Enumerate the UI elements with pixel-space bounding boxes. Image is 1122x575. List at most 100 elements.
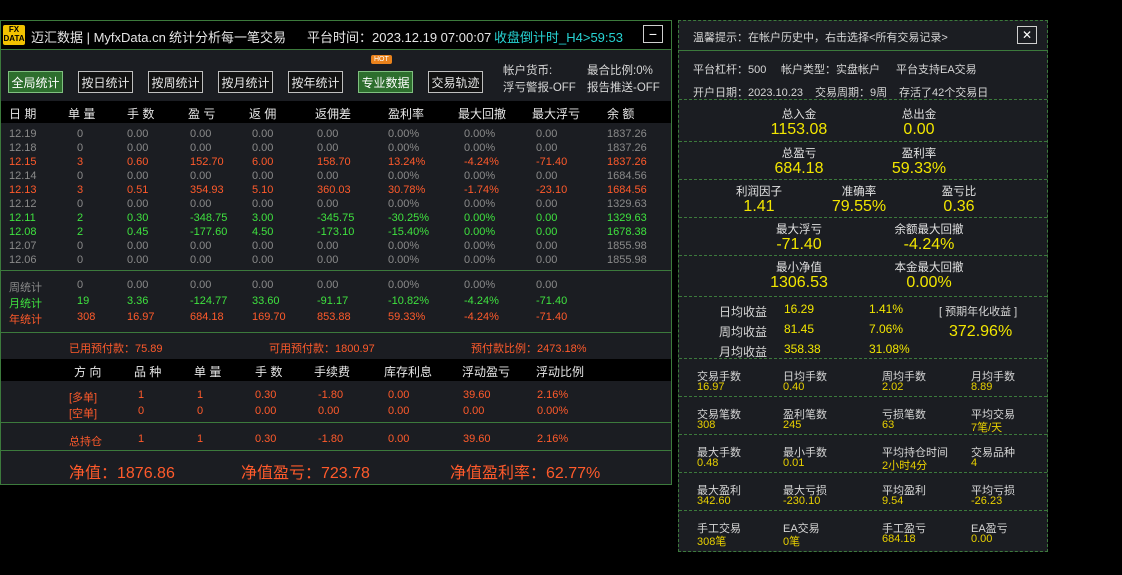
tab-pro-data[interactable]: 专业数据 <box>358 71 413 93</box>
summary-cell: -10.82% <box>388 295 429 307</box>
tab-global-stats[interactable]: 全局统计 <box>8 71 63 93</box>
daily-table-header: 日 期 单 量 手 数 盈 亏 返 佣 返佣差 盈利率 最大回撤 最大浮亏 余 … <box>1 101 671 123</box>
hot-badge: HOT <box>371 55 392 64</box>
withdraw-value: 0.00 <box>903 121 935 138</box>
daily-cell: 0.00 <box>536 212 558 224</box>
position-cell: 0 <box>197 405 204 417</box>
daily-cell: 0.00 <box>252 142 274 154</box>
daily-cell: 0.00 <box>127 240 149 252</box>
daily-cell: 0.00% <box>388 170 420 182</box>
monthly-avg-label: 月均收益 <box>719 345 768 359</box>
daily-cell: -1.74% <box>464 184 499 196</box>
summary-cell: 308 <box>77 311 96 323</box>
monthly-avg-value: 358.38 <box>784 342 821 356</box>
total-cell: 0.00 <box>388 433 410 445</box>
stats-grid-row: 交易笔数 308 盈利笔数 245 亏损笔数 63 平均交易 7笔/天 <box>679 397 1047 435</box>
stat-value: 4 <box>971 457 978 469</box>
col-rebate: 返 佣 <box>249 107 277 121</box>
total-cell: 0.30 <box>255 433 277 445</box>
stat-label: 交易品种 <box>971 447 1015 459</box>
stat-value: 0.40 <box>783 381 805 393</box>
daily-row: 12.15 3 0.60 152.70 6.00 158.70 13.24% -4.24% -7… <box>1 156 671 170</box>
report-push-toggle[interactable]: 报告推送-OFF <box>587 79 660 95</box>
tab-weekly-stats[interactable]: 按周统计 <box>148 71 203 93</box>
daily-cell: 12.15 <box>9 156 37 168</box>
daily-cell: 0.00 <box>127 254 149 266</box>
balance-max-dd-label: 余额最大回撤 <box>894 224 964 236</box>
account-type: 帐户类型：实盘帐户 <box>781 64 880 76</box>
position-cell: 1 <box>138 389 145 401</box>
summary-cell: -124.77 <box>190 295 228 307</box>
daily-cell: 3 <box>77 184 84 196</box>
daily-row: 12.07 0 0.00 0.00 0.00 0.00 0.00% 0.00% 0.00 1855… <box>1 240 671 254</box>
close-button[interactable]: ✕ <box>1017 26 1037 44</box>
daily-cell: -348.75 <box>190 212 228 224</box>
col-date: 日 期 <box>9 107 37 121</box>
stat-value: 9.54 <box>882 495 904 507</box>
open-date: 开户日期：2023.10.23 <box>693 87 804 99</box>
margin-level: 预付款比例：2473.18% <box>471 343 587 355</box>
divider <box>1 422 671 423</box>
summary-cell: 年统计 <box>9 314 42 326</box>
minimize-button[interactable]: − <box>643 25 663 43</box>
daily-cell: 0.00 <box>190 240 212 252</box>
stat-value: 342.60 <box>697 495 731 507</box>
profit-rate-label: 盈利率 <box>901 148 937 160</box>
float-alert-toggle[interactable]: 浮亏警报-OFF <box>503 79 576 95</box>
daily-cell: 152.70 <box>190 156 224 168</box>
daily-cell: -177.60 <box>190 226 228 238</box>
stat-value: 0.48 <box>697 457 719 469</box>
daily-cell: 0.00% <box>464 212 496 224</box>
stat-value: 308笔 <box>697 536 727 548</box>
position-cell: 0.00 <box>255 405 277 417</box>
position-cell: 0.00 <box>318 405 340 417</box>
tab-monthly-stats[interactable]: 按月统计 <box>218 71 273 93</box>
tab-trade-track[interactable]: 交易轨迹 <box>428 71 483 93</box>
daily-cell: 0.00 <box>190 170 212 182</box>
average-returns: 日均收益 16.29 1.41% 周均收益 81.45 7.06% 月均收益 3… <box>679 297 1047 359</box>
withdraw-label: 总出金 <box>901 109 937 121</box>
daily-row: 12.11 2 0.30 -348.75 3.00 -345.75 -30.25% 0.00%… <box>1 212 671 226</box>
max-float-loss-value: -71.40 <box>776 236 822 253</box>
daily-cell: 354.93 <box>190 184 224 196</box>
summary-cell: 周统计 <box>9 282 42 294</box>
daily-cell: 0.00% <box>388 254 420 266</box>
daily-row: 12.14 0 0.00 0.00 0.00 0.00 0.00% 0.00% 0.00 1684… <box>1 170 671 184</box>
daily-cell: 0 <box>77 240 84 252</box>
total-cell: 总持仓 <box>69 436 102 448</box>
max-float-loss-label: 最大浮亏 <box>776 224 822 236</box>
daily-cell: 0.45 <box>127 226 149 238</box>
position-cell: [多单] <box>69 392 98 404</box>
equity-section: 最小净值 1306.53 本金最大回撤 0.00% <box>679 256 1047 297</box>
daily-cell: 0.00% <box>464 226 496 238</box>
deposit-value: 1153.08 <box>770 121 828 138</box>
total-cell: -1.80 <box>318 433 344 445</box>
position-cell: -1.80 <box>318 389 344 401</box>
stat-value: 0.01 <box>783 457 805 469</box>
daily-cell: 0.00 <box>536 240 558 252</box>
account-currency: 帐户货币: <box>503 65 553 77</box>
summary-cell: 59.33% <box>388 311 426 323</box>
summary-cell: 684.18 <box>190 311 224 323</box>
divider <box>1 270 671 271</box>
summary-cell: 16.97 <box>127 311 155 323</box>
weekly-avg-pct: 7.06% <box>869 322 904 336</box>
deposit-section: 总入金 1153.08 总出金 0.00 <box>679 101 1047 142</box>
monthly-avg-pct: 31.08% <box>869 342 910 356</box>
equity-value: 净值：1876.86 <box>69 465 175 482</box>
position-row: [多单] 1 1 0.30 -1.80 0.00 39.60 2.16% <box>1 389 671 404</box>
tab-yearly-stats[interactable]: 按年统计 <box>288 71 343 93</box>
daily-row: 12.12 0 0.00 0.00 0.00 0.00 0.00% 0.00% 0.00 1329… <box>1 198 671 212</box>
daily-row: 12.08 2 0.45 -177.60 4.50 -173.10 -15.40% 0.00%… <box>1 226 671 240</box>
daily-cell: 0.00 <box>190 142 212 154</box>
daily-cell: 0.00 <box>536 254 558 266</box>
daily-cell: 360.03 <box>317 184 351 196</box>
survived-days: 存活了42个交易日 <box>899 87 989 99</box>
title-bar: FX DATA 迈汇数据 | MyfxData.cn 统计分析每一笔交易 平台时间… <box>1 21 671 50</box>
tab-daily-stats[interactable]: 按日统计 <box>78 71 133 93</box>
col-float-ratio: 浮动比例 <box>536 365 585 379</box>
stats-grid-row: 最大手数 0.48 最小手数 0.01 平均持仓时间 2小时4分 交易品种 4 <box>679 435 1047 473</box>
daily-cell: 3 <box>77 156 84 168</box>
summary-cell: -4.24% <box>464 295 499 307</box>
daily-cell: 1684.56 <box>607 170 647 182</box>
